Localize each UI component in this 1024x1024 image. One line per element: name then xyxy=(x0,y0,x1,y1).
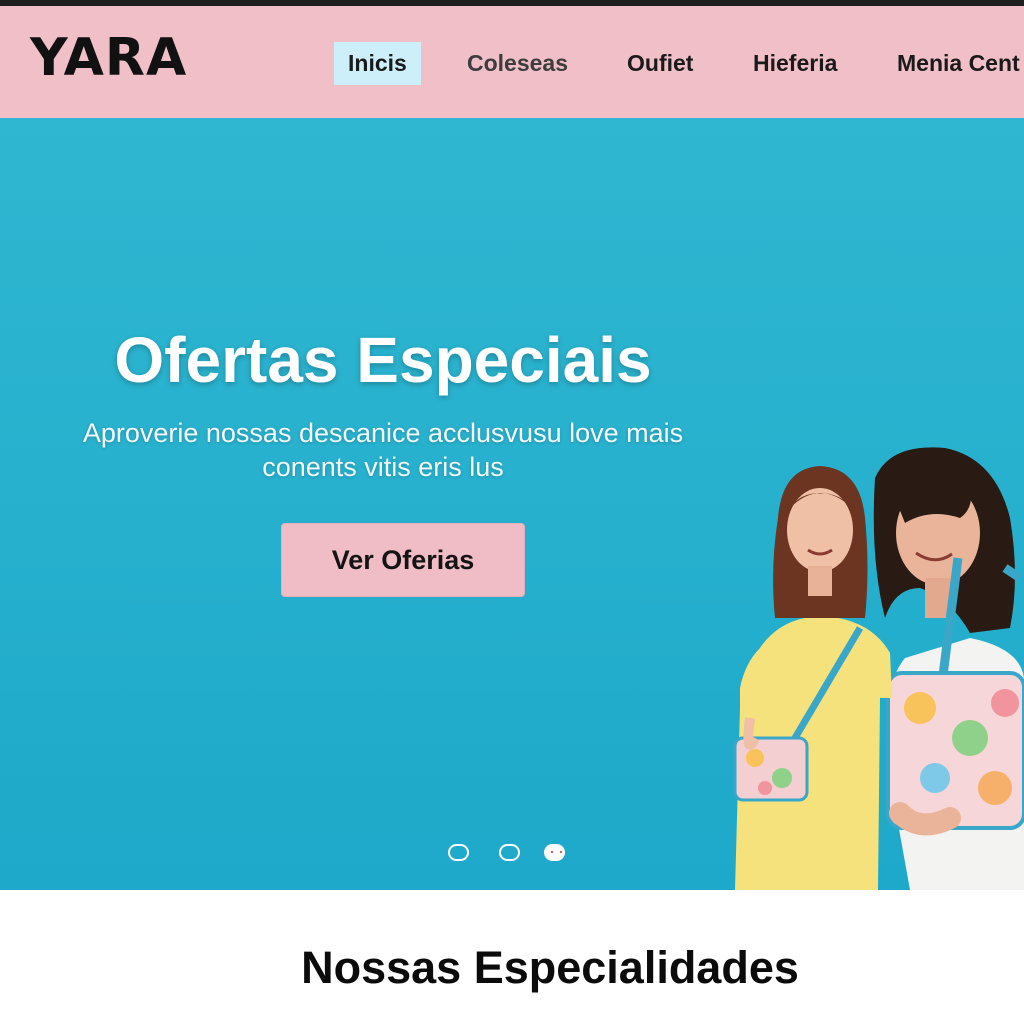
hero-subtitle: Aproverie nossas descanice acclusvusu lo… xyxy=(40,416,726,484)
hero-photo-mother-daughter xyxy=(733,447,1024,890)
site-header: YARA Inicis Coleseas Oufiet Hieferia Men… xyxy=(0,6,1024,118)
section-title-especialidades: Nossas Especialidades xyxy=(301,942,799,993)
carousel-indicators xyxy=(448,844,588,864)
nav-item-inicio[interactable]: Inicis xyxy=(334,42,421,85)
nav-item-hieferia[interactable]: Hieferia xyxy=(739,42,851,85)
hero-title: Ofertas Especiais xyxy=(114,324,652,396)
nav-item-menia-cent[interactable]: Menia Cent xyxy=(883,42,1024,85)
nav-item-outlet[interactable]: Oufiet xyxy=(613,42,707,85)
girl-figure xyxy=(733,466,892,890)
main-nav: Inicis Coleseas Oufiet Hieferia Menia Ce… xyxy=(0,6,1024,118)
nav-item-colecoes[interactable]: Coleseas xyxy=(453,42,582,85)
woman-figure xyxy=(873,447,1024,890)
carousel-dot-icon[interactable] xyxy=(499,844,520,861)
carousel-dot-icon[interactable] xyxy=(448,844,469,861)
carousel-dot-icon[interactable] xyxy=(544,844,565,861)
hero-banner: Ofertas Especiais Aproverie nossas desca… xyxy=(0,118,1024,890)
ver-ofertas-button[interactable]: Ver Oferias xyxy=(281,523,525,597)
hero-subtitle-line-2: conents vitis eris lus xyxy=(262,452,504,482)
hero-subtitle-line-1: Aproverie nossas descanice acclusvusu lo… xyxy=(82,418,684,448)
